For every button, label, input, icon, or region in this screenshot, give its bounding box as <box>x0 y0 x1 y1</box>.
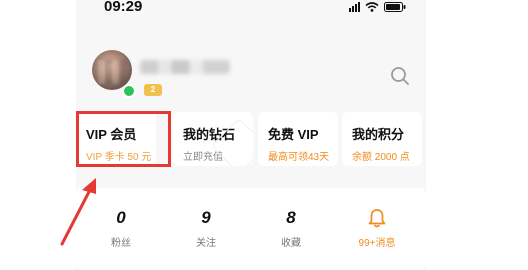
points-card[interactable]: 我的积分 余额 2000 点 <box>342 112 422 166</box>
stat-messages[interactable]: 99+消息 <box>337 208 417 249</box>
feature-cards: VIP 会员 VIP 季卡 50 元 我的钻石 立即充值 免费 VIP 最高可领… <box>76 111 426 168</box>
right-margin <box>426 0 528 270</box>
stat-following[interactable]: 9 关注 <box>166 208 246 249</box>
status-icons <box>349 2 406 12</box>
highlight-box <box>76 111 171 167</box>
fans-count: 0 <box>116 208 126 227</box>
diamond-card[interactable]: 我的钻石 立即充值 <box>173 112 253 166</box>
favorites-count: 8 <box>286 208 296 227</box>
status-time: 09:29 <box>104 0 143 15</box>
search-icon[interactable] <box>390 66 410 86</box>
profile-panel: 09:29 2 VIP 会员 VIP 季卡 50 元 我的钻石 立即充值 免费 … <box>76 0 426 270</box>
signal-icon <box>349 2 360 12</box>
free-vip-card-subtitle: 最高可领43天 <box>268 152 330 163</box>
online-status-dot <box>122 84 136 98</box>
following-count: 9 <box>201 208 211 227</box>
stat-fans[interactable]: 0 粉丝 <box>81 208 161 249</box>
bell-icon <box>368 209 386 228</box>
free-vip-card-title: 免费 VIP <box>268 127 319 142</box>
points-card-title: 我的积分 <box>352 127 405 142</box>
messages-label: 99+消息 <box>358 238 396 249</box>
favorites-label: 收藏 <box>281 238 301 249</box>
fans-label: 粉丝 <box>111 238 131 249</box>
points-card-subtitle: 余额 2000 点 <box>352 152 410 163</box>
following-label: 关注 <box>196 238 216 249</box>
username-blurred <box>140 60 230 74</box>
status-bar: 09:29 <box>76 0 426 18</box>
stats-bar: 0 粉丝 9 关注 8 收藏 99+消息 <box>76 188 426 270</box>
stat-favorites[interactable]: 8 收藏 <box>251 208 331 249</box>
free-vip-card[interactable]: 免费 VIP 最高可领43天 <box>258 112 338 166</box>
wifi-icon <box>365 2 379 12</box>
level-badge: 2 <box>144 84 162 96</box>
battery-icon <box>384 2 406 12</box>
avatar[interactable] <box>92 50 136 98</box>
left-margin <box>0 0 76 270</box>
